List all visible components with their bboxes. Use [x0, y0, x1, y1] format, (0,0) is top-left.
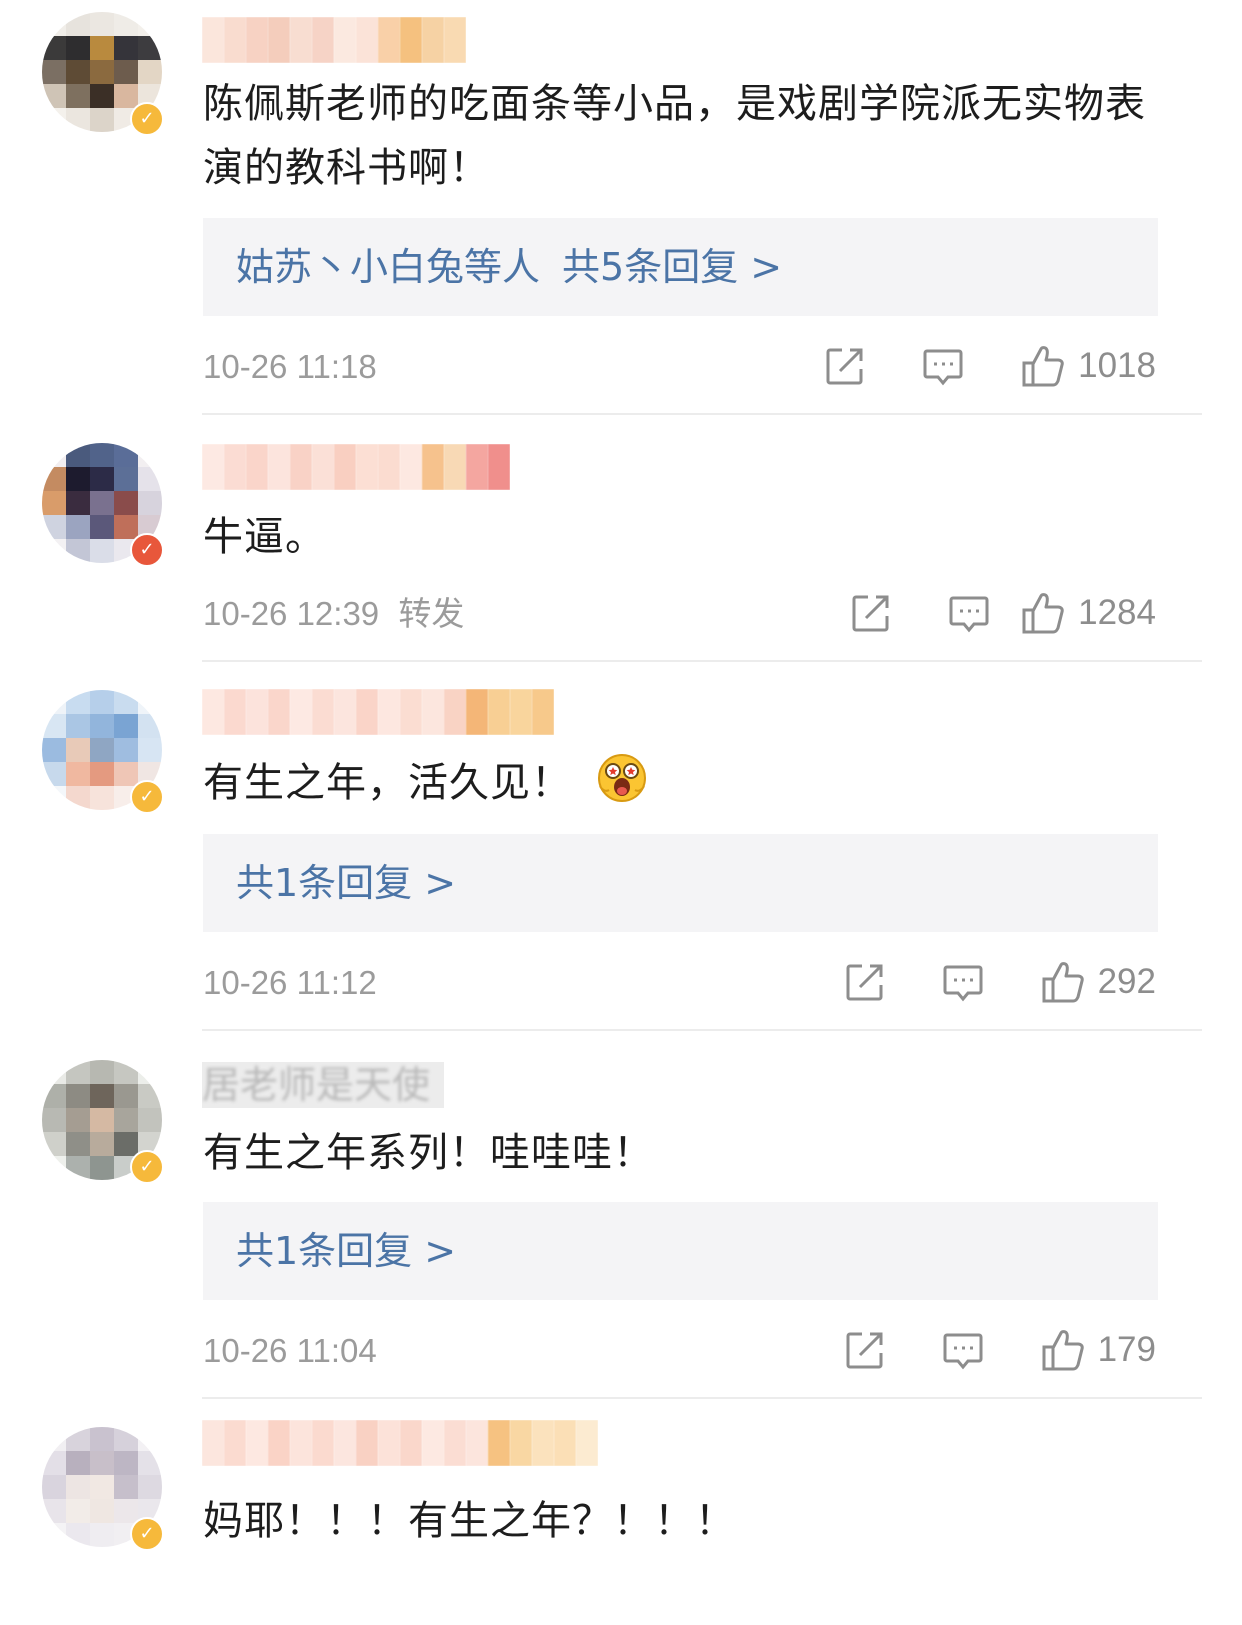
username-blurred[interactable]	[202, 1420, 598, 1466]
action-bar: 1284	[850, 589, 1156, 637]
verified-badge-icon: ✓	[130, 1150, 164, 1184]
reply-count-link[interactable]: 共1条回复 >	[236, 861, 456, 905]
username-text: 居老师是天使	[202, 1063, 431, 1107]
thumbs-up-icon	[1022, 346, 1064, 387]
divider	[202, 1397, 1202, 1399]
reply-count-link[interactable]: 共1条回复 >	[236, 1229, 456, 1273]
username-blurred[interactable]	[202, 17, 466, 63]
share-icon	[846, 964, 883, 1001]
comment-icon	[949, 596, 989, 633]
timestamp: 10-26 11:18	[203, 348, 377, 385]
timestamp: 10-26 12:39 转发	[203, 594, 464, 634]
share-icon	[826, 348, 863, 385]
action-bar: 1018	[824, 342, 1156, 390]
action-bar: 292	[844, 958, 1156, 1006]
verified-badge-icon: ✓	[130, 102, 164, 136]
like-button[interactable]: 1284	[1020, 590, 1156, 636]
comment-button[interactable]	[942, 1329, 984, 1371]
comment-icon	[923, 349, 963, 386]
divider	[202, 413, 1202, 415]
thumbs-up-icon	[1042, 962, 1084, 1003]
like-count: 179	[1097, 1330, 1156, 1369]
divider	[202, 1029, 1202, 1031]
surprised-face-emoji-icon	[598, 754, 646, 802]
share-button[interactable]	[844, 1329, 886, 1371]
verified-badge-icon: ✓	[130, 1517, 164, 1551]
reply-summary[interactable]: 姑苏丶小白兔等人 共5条回复 >	[203, 218, 1158, 316]
comment-icon	[943, 965, 983, 1002]
share-icon	[852, 595, 889, 632]
timestamp-text: 10-26 12:39	[203, 595, 380, 632]
timestamp: 10-26 11:04	[203, 1332, 377, 1369]
username-blurred[interactable]	[202, 689, 554, 735]
comment-text: 牛逼。	[203, 514, 326, 560]
share-button[interactable]	[824, 345, 866, 387]
reply-users-link[interactable]: 姑苏丶小白兔等人	[236, 245, 540, 289]
comment-text: 陈佩斯老师的吃面条等小品，是戏剧学院派无实物表演的教科书啊！	[203, 81, 1146, 191]
action-bar: 179	[844, 1326, 1156, 1374]
like-button[interactable]: 292	[1040, 959, 1156, 1005]
reply-summary[interactable]: 共1条回复 >	[203, 1202, 1158, 1300]
divider	[202, 660, 1202, 662]
share-icon	[846, 1332, 883, 1369]
comment-text: 有生之年，活久见！	[203, 751, 1163, 815]
like-count: 1284	[1078, 593, 1156, 632]
comment-text-content: 有生之年，活久见！	[203, 760, 572, 806]
verified-badge-icon: ✓	[130, 780, 164, 814]
comment-button[interactable]	[942, 961, 984, 1003]
like-count: 292	[1097, 962, 1156, 1001]
timestamp: 10-26 11:12	[203, 964, 377, 1001]
thumbs-up-icon	[1042, 1330, 1084, 1371]
like-button[interactable]: 179	[1040, 1327, 1156, 1373]
share-button[interactable]	[844, 961, 886, 1003]
reply-summary[interactable]: 共1条回复 >	[203, 834, 1158, 932]
comment-icon	[943, 1333, 983, 1370]
comment-button[interactable]	[922, 345, 964, 387]
reply-count-link[interactable]: 共5条回复 >	[562, 245, 782, 289]
comment-text: 妈耶！！！有生之年？！！！	[203, 1498, 736, 1544]
verified-badge-icon: ✓	[130, 533, 164, 567]
comment-button[interactable]	[948, 592, 990, 634]
username[interactable]: 居老师是天使	[202, 1062, 444, 1108]
username-blurred[interactable]	[202, 444, 510, 490]
repost-tag[interactable]: 转发	[398, 595, 464, 632]
like-count: 1018	[1078, 346, 1156, 385]
share-button[interactable]	[850, 592, 892, 634]
like-button[interactable]: 1018	[1020, 343, 1156, 389]
comment-text: 有生之年系列！哇哇哇！	[203, 1130, 654, 1176]
thumbs-up-icon	[1022, 593, 1064, 634]
